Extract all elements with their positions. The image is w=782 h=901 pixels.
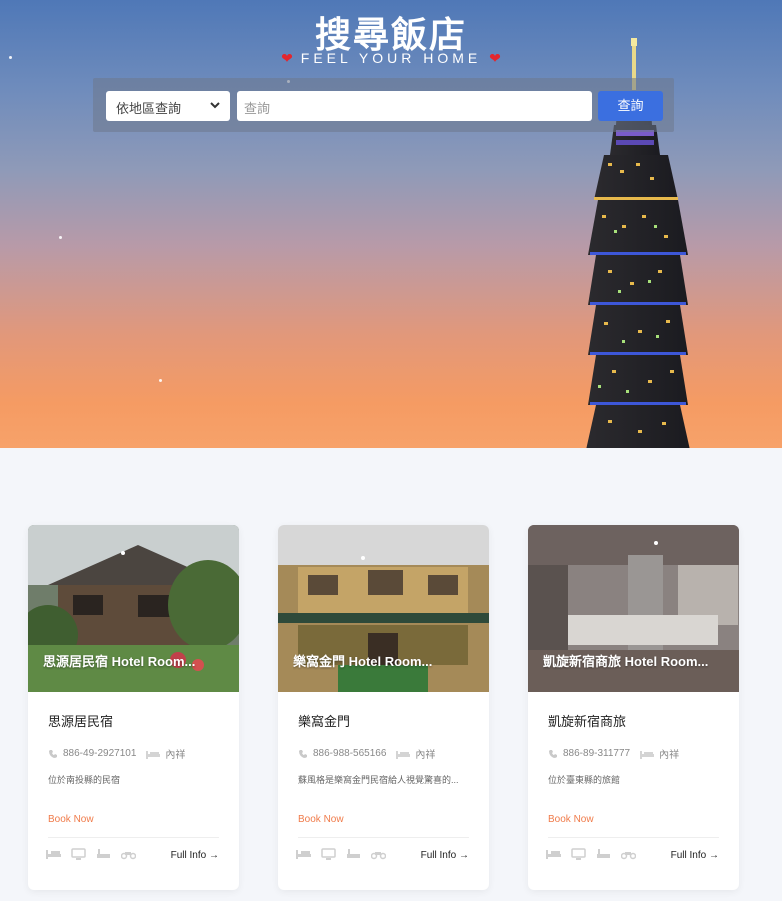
divider [298, 837, 469, 838]
bathtub-icon [96, 847, 111, 861]
hotel-meta: 886-89-311777 內祥 [548, 746, 679, 761]
hotel-description: 位於臺東縣的旅館 [548, 775, 621, 785]
tv-icon [321, 847, 336, 861]
hotel-card[interactable]: 思源居民宿 Hotel Room... 思源居民宿 886-49-2927101… [28, 525, 239, 890]
full-info-link[interactable]: Full Info → [171, 850, 219, 861]
tv-icon [571, 847, 586, 861]
full-info-link[interactable]: Full Info → [421, 850, 469, 861]
hotel-name: 凱旋新宿商旅 [548, 714, 627, 729]
star [59, 236, 62, 239]
page-subtitle: ❤ FEEL YOUR HOME ❤ [0, 50, 782, 67]
heart-icon: ❤ [489, 50, 501, 66]
bed-icon [396, 750, 411, 759]
search-bar: 依地區查詢 查詢 查詢 [93, 78, 674, 132]
chevron-down-icon [210, 102, 220, 109]
heart-icon: ❤ [281, 50, 293, 66]
hotel-description: 位於南投縣的民宿 [48, 775, 121, 785]
hotel-card[interactable]: 凱旋新宿商旅 Hotel Room... 凱旋新宿商旅 886-89-31177… [528, 525, 739, 890]
hero-banner: 搜尋飯店 ❤ FEEL YOUR HOME ❤ 依地區查詢 查詢 查詢 [0, 0, 782, 448]
subtitle-text: FEEL YOUR HOME [300, 50, 482, 66]
divider [48, 837, 219, 838]
bed-icon [640, 750, 655, 759]
book-now-link[interactable]: Book Now [298, 814, 344, 825]
book-now-link[interactable]: Book Now [48, 814, 94, 825]
motorcycle-icon [620, 847, 637, 861]
hotel-image-title: 凱旋新宿商旅 Hotel Room... [543, 654, 709, 669]
search-input[interactable]: 查詢 [237, 91, 592, 121]
motorcycle-icon [120, 847, 137, 861]
amenity-icons [296, 847, 387, 861]
star [159, 379, 162, 382]
phone-icon [49, 749, 57, 758]
bed-icon [546, 847, 561, 861]
search-input-placeholder: 查詢 [244, 101, 271, 116]
bathtub-icon [596, 847, 611, 861]
amenity-icons [46, 847, 137, 861]
divider [548, 837, 719, 838]
search-button[interactable]: 查詢 [598, 91, 663, 121]
hotel-phone: 886-89-311777 [563, 748, 631, 759]
hotel-description: 蘇風格是樂窩金門民宿給人視覺驚喜的... [298, 775, 459, 785]
bed-icon [46, 847, 61, 861]
amenity-icons [546, 847, 637, 861]
hotel-phone: 886-988-565166 [313, 748, 387, 759]
phone-icon [549, 749, 557, 758]
bed-icon [296, 847, 311, 861]
hotel-detail-label: 內祥 [659, 750, 680, 761]
tv-icon [71, 847, 86, 861]
hotel-detail-label: 內祥 [415, 750, 436, 761]
hotel-image-title: 樂窩金門 Hotel Room... [293, 654, 433, 669]
hotel-detail-label: 內祥 [165, 750, 186, 761]
phone-icon [299, 749, 307, 758]
bathtub-icon [346, 847, 361, 861]
book-now-link[interactable]: Book Now [548, 814, 594, 825]
hotel-name: 思源居民宿 [48, 714, 114, 729]
hotel-card[interactable]: 樂窩金門 Hotel Room... 樂窩金門 886-988-565166 內… [278, 525, 489, 890]
hotel-meta: 886-49-2927101 內祥 [48, 746, 185, 761]
motorcycle-icon [370, 847, 387, 861]
hotel-name: 樂窩金門 [298, 714, 351, 729]
region-select[interactable]: 依地區查詢 [106, 91, 230, 121]
bed-icon [146, 750, 161, 759]
full-info-link[interactable]: Full Info → [671, 850, 719, 861]
hotel-image-title: 思源居民宿 Hotel Room... [43, 654, 196, 669]
hotel-phone: 886-49-2927101 [63, 748, 137, 759]
region-select-value: 依地區查詢 [116, 101, 182, 116]
hotel-meta: 886-988-565166 內祥 [298, 746, 435, 761]
